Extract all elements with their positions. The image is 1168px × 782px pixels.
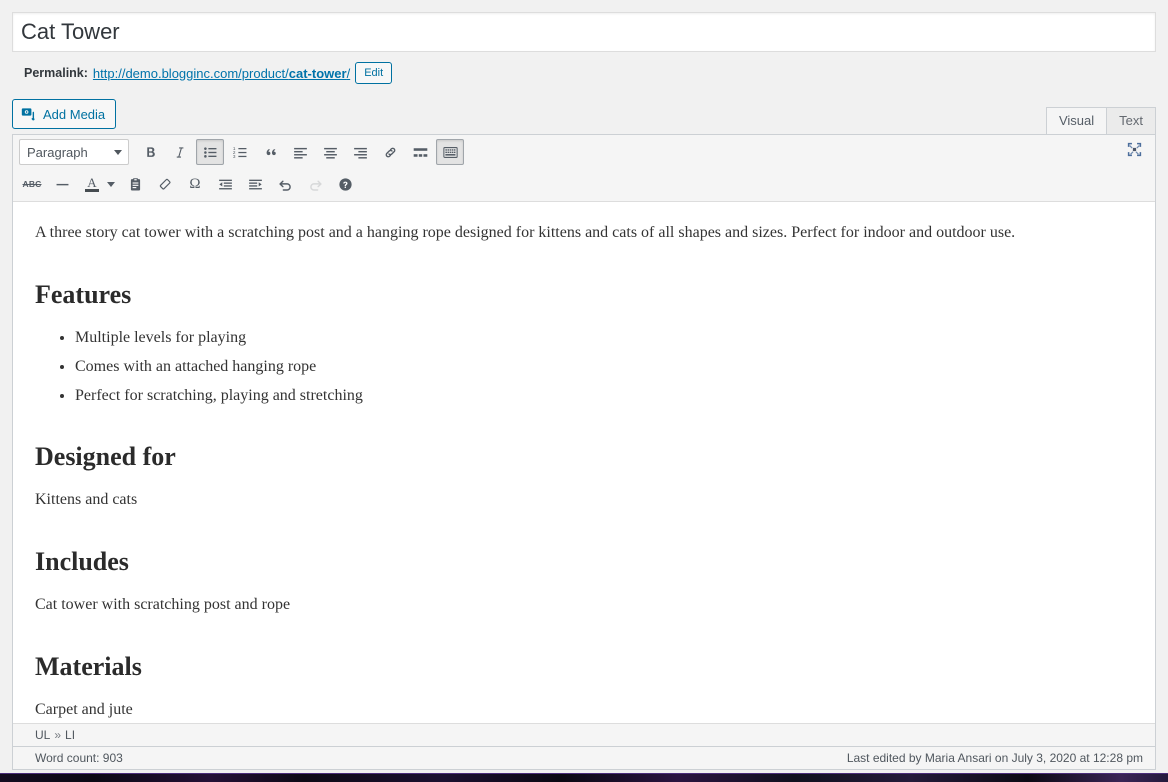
heading-designed-for: Designed for [35, 441, 176, 471]
list-item: Multiple levels for playing [75, 326, 1133, 350]
horizontal-line-button[interactable] [48, 171, 76, 197]
features-list: Multiple levels for playing Comes with a… [35, 326, 1133, 408]
read-more-icon [412, 144, 429, 161]
numbered-list-button[interactable]: 1 2 3 [226, 139, 254, 165]
blockquote-button[interactable] [256, 139, 284, 165]
strikethrough-button[interactable]: ABC [18, 171, 46, 197]
media-buttons-bar: Add Media Visual Text [12, 99, 1156, 134]
toolbar-row-1: Paragraph 1 2 3 [13, 135, 1155, 169]
toolbar-row-2: ABC A Ω [13, 169, 1155, 201]
fullscreen-expand-icon [1125, 140, 1144, 164]
materials-paragraph: Carpet and jute [35, 701, 133, 719]
numbered-list-icon: 1 2 3 [232, 144, 249, 161]
list-item: Comes with an attached hanging rope [75, 355, 1133, 379]
permalink-url-suffix: / [346, 65, 351, 81]
format-select-value: Paragraph [27, 144, 88, 160]
paragraph-format-select[interactable]: Paragraph [19, 139, 129, 165]
text-color-button[interactable]: A [78, 171, 106, 197]
strikethrough-icon: ABC [22, 179, 42, 189]
undo-icon [277, 176, 294, 193]
align-center-icon [322, 144, 339, 161]
post-title-input[interactable] [12, 12, 1156, 52]
bulleted-list-button[interactable] [196, 139, 224, 165]
insert-link-button[interactable] [376, 139, 404, 165]
permalink-row: Permalink: http://demo.blogginc.com/prod… [24, 61, 1168, 85]
add-media-button[interactable]: Add Media [12, 99, 117, 129]
text-color-icon: A [85, 174, 99, 192]
align-right-icon [352, 144, 369, 161]
align-center-button[interactable] [316, 139, 344, 165]
desktop-background-strip [0, 773, 1168, 782]
permalink-url-prefix: http://demo.blogginc.com/product/ [92, 65, 289, 81]
title-field-wrapper [0, 0, 1168, 52]
heading-includes: Includes [35, 546, 129, 576]
includes-paragraph: Cat tower with scratching post and rope [35, 596, 291, 614]
read-more-button[interactable] [406, 139, 434, 165]
increase-indent-icon [247, 176, 264, 193]
decrease-indent-icon [217, 176, 234, 193]
permalink-url[interactable]: http://demo.blogginc.com/product/cat-tow… [93, 66, 350, 81]
bold-button[interactable] [136, 139, 164, 165]
edit-permalink-button[interactable]: Edit [355, 62, 393, 84]
path-separator-icon: » [54, 728, 62, 742]
clear-formatting-icon [157, 176, 174, 193]
align-left-button[interactable] [286, 139, 314, 165]
permalink-slug: cat-tower [288, 65, 347, 81]
toolbar-toggle-icon [442, 144, 459, 161]
media-camera-icon [21, 106, 37, 122]
horizontal-line-icon [54, 176, 71, 193]
element-path-bar: UL » LI [13, 723, 1155, 746]
designed-for-paragraph: Kittens and cats [35, 491, 138, 509]
svg-text:3: 3 [232, 153, 235, 158]
paste-as-text-button[interactable] [121, 171, 149, 197]
intro-paragraph: A three story cat tower with a scratchin… [35, 224, 1016, 241]
blockquote-icon [262, 144, 279, 161]
editor-mode-tabs: Visual Text [1045, 107, 1156, 134]
special-character-button[interactable]: Ω [181, 171, 209, 197]
bold-icon [142, 144, 159, 161]
undo-button[interactable] [271, 171, 299, 197]
permalink-label: Permalink: [24, 66, 88, 80]
keyboard-shortcuts-icon [337, 176, 354, 193]
increase-indent-button[interactable] [241, 171, 269, 197]
align-right-button[interactable] [346, 139, 374, 165]
heading-materials: Materials [35, 651, 142, 681]
editor-wrapper: Add Media Visual Text Paragraph 1 2 3 AB… [12, 99, 1156, 770]
link-icon [382, 144, 399, 161]
align-left-icon [292, 144, 309, 161]
redo-button[interactable] [301, 171, 329, 197]
word-count-label: Word count: 903 [35, 751, 123, 765]
chevron-down-icon [114, 149, 122, 155]
path-segment-parent[interactable]: UL [35, 728, 50, 742]
last-edited-label: Last edited by Maria Ansari on July 3, 2… [846, 751, 1143, 765]
editor-frame: Paragraph 1 2 3 ABC A Ω A three story ca… [12, 134, 1156, 747]
redo-icon [307, 176, 324, 193]
text-color-swatch [85, 188, 99, 192]
tab-visual[interactable]: Visual [1045, 107, 1108, 134]
tab-text[interactable]: Text [1106, 107, 1156, 134]
list-item: Perfect for scratching, playing and stre… [75, 384, 1133, 408]
editor-content-area[interactable]: A three story cat tower with a scratchin… [13, 202, 1155, 723]
italic-button[interactable] [166, 139, 194, 165]
editor-toolbar: Paragraph 1 2 3 ABC A Ω [13, 135, 1155, 202]
path-segment-child[interactable]: LI [65, 728, 75, 742]
word-count-bar: Word count: 903 Last edited by Maria Ans… [12, 747, 1156, 770]
text-color-dropdown-button[interactable] [103, 171, 119, 197]
decrease-indent-button[interactable] [211, 171, 239, 197]
paste-as-text-icon [127, 176, 144, 193]
toolbar-toggle-button[interactable] [436, 139, 464, 165]
text-color-dropdown-icon [107, 181, 115, 187]
heading-features: Features [35, 279, 132, 309]
add-media-label: Add Media [43, 106, 106, 122]
special-character-icon: Ω [189, 175, 201, 192]
distraction-free-writing-button[interactable] [1120, 139, 1148, 165]
italic-icon [172, 144, 189, 161]
bulleted-list-icon [202, 144, 219, 161]
text-color-letter: A [87, 174, 97, 190]
clear-formatting-button[interactable] [151, 171, 179, 197]
keyboard-shortcuts-button[interactable] [331, 171, 359, 197]
wordpress-post-editor: Permalink: http://demo.blogginc.com/prod… [0, 0, 1168, 782]
